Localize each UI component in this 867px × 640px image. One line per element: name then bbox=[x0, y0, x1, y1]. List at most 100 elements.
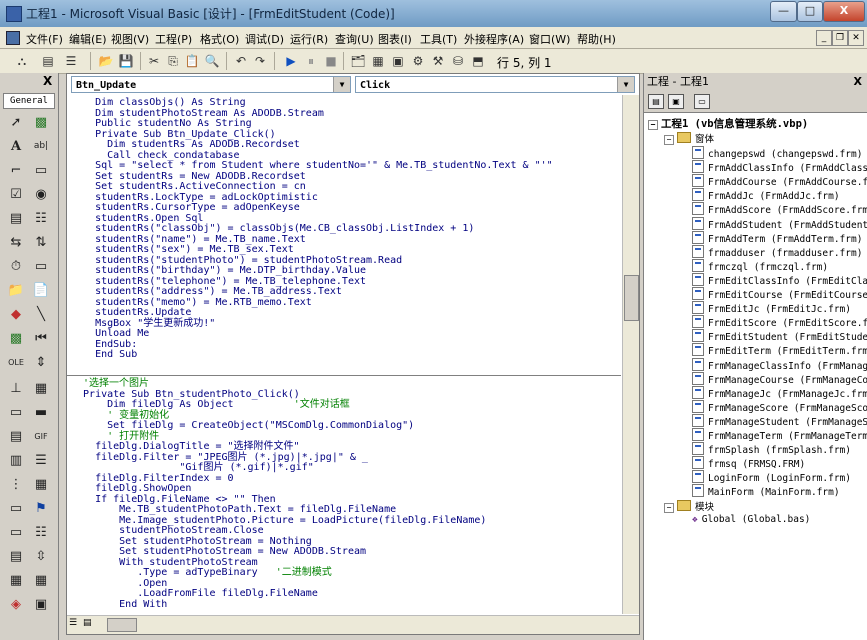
listview-icon[interactable]: ☰ bbox=[31, 451, 51, 469]
mdi-minimize-icon[interactable]: _ bbox=[816, 30, 832, 46]
menu-debug[interactable]: 调试(D) bbox=[245, 31, 284, 47]
find-icon[interactable]: 🔍 bbox=[204, 53, 220, 69]
tree-item-form[interactable]: FrmManageCourse (FrmManageCo bbox=[692, 371, 867, 387]
horizontal-scrollbar[interactable]: ☰ ▤ bbox=[67, 615, 639, 634]
tree-item-form[interactable]: FrmAddScore (FrmAddScore.frm bbox=[692, 202, 867, 217]
code-line[interactable]: .Type = adTypeBinary '二进制模式 bbox=[71, 567, 332, 579]
minimize-button[interactable]: — bbox=[770, 1, 797, 22]
properties-window-icon[interactable]: ▦ bbox=[370, 53, 386, 69]
undo-icon[interactable]: ↶ bbox=[233, 53, 249, 69]
tree-item-form[interactable]: FrmManageJc (FrmManageJc.frm bbox=[692, 385, 867, 401]
tree-item-form[interactable]: FrmEditJc (FrmEditJc.frm) bbox=[692, 301, 851, 316]
add-form-icon[interactable]: ▤ bbox=[40, 53, 56, 69]
datetimepicker-icon[interactable]: ▭ bbox=[6, 499, 26, 517]
tree-item-form[interactable]: FrmManageTerm (FrmManageTerm bbox=[692, 428, 867, 443]
menu-tools[interactable]: 工具(T) bbox=[420, 31, 457, 47]
winsock-icon[interactable]: ◈ bbox=[6, 595, 26, 613]
object-combo[interactable]: Btn_Update ▼ bbox=[71, 76, 351, 93]
vscrollbar-icon[interactable]: ⇅ bbox=[31, 233, 51, 251]
paste-icon[interactable]: 📋 bbox=[184, 53, 200, 69]
tree-item-form[interactable]: LoginForm (LoginForm.frm) bbox=[692, 470, 851, 485]
mshflexgrid-icon[interactable]: ▦ bbox=[31, 571, 51, 589]
checkbox-icon[interactable]: ☑ bbox=[6, 185, 26, 203]
toolbar-control-icon[interactable]: ▥ bbox=[6, 451, 26, 469]
ole-icon[interactable]: OLE bbox=[6, 353, 26, 371]
optionbutton-icon[interactable]: ◉ bbox=[31, 185, 51, 203]
procedure-view-icon[interactable]: ☰ bbox=[69, 618, 77, 628]
chevron-down-icon[interactable]: ▼ bbox=[333, 77, 350, 92]
code-line[interactable]: studentRs.Update bbox=[71, 307, 191, 319]
drivelistbox-icon[interactable]: ▭ bbox=[31, 257, 51, 275]
chevron-down-icon[interactable]: ▼ bbox=[617, 77, 634, 92]
view-object-icon[interactable]: ▣ bbox=[668, 94, 684, 109]
menu-window[interactable]: 窗口(W) bbox=[529, 31, 570, 47]
code-line[interactable]: fileDlg.ShowOpen bbox=[71, 483, 191, 495]
menu-project[interactable]: 工程(P) bbox=[155, 31, 192, 47]
object-browser-icon[interactable]: ⚙ bbox=[410, 53, 426, 69]
open-project-icon[interactable]: 📂 bbox=[98, 53, 114, 69]
code-line[interactable]: Sql = "select * from Student where stude… bbox=[71, 160, 553, 172]
start-icon[interactable]: ▶ bbox=[283, 53, 299, 69]
code-line[interactable]: Set studentPhotoStream = New ADODB.Strea… bbox=[71, 546, 366, 558]
code-line[interactable]: studentRs("address") = Me.TB_address.Tex… bbox=[71, 286, 342, 298]
menu-run[interactable]: 运行(R) bbox=[290, 31, 328, 47]
data-view-icon[interactable]: ⛁ bbox=[450, 53, 466, 69]
imagecombo-icon[interactable]: ▤ bbox=[6, 547, 26, 565]
progressbar-icon[interactable]: ▭ bbox=[6, 403, 26, 421]
redo-icon[interactable]: ↷ bbox=[252, 53, 268, 69]
menu-addins[interactable]: 外接程序(A) bbox=[464, 31, 524, 47]
component-manager-icon[interactable]: ⬒ bbox=[470, 53, 486, 69]
tree-item-form[interactable]: FrmAddTerm (FrmAddTerm.frm) bbox=[692, 230, 862, 246]
textbox-icon[interactable]: ab| bbox=[31, 137, 51, 155]
tree-item-form[interactable]: frmsq (FRMSQ.FRM) bbox=[692, 456, 805, 471]
tabstrip-icon[interactable]: ▤ bbox=[6, 427, 26, 445]
richtextbox-icon[interactable]: ▭ bbox=[6, 523, 26, 541]
data-control-icon[interactable]: ⏮ bbox=[31, 329, 51, 347]
treeview-icon[interactable]: ⋮ bbox=[6, 475, 26, 493]
scroll-thumb[interactable] bbox=[624, 275, 639, 321]
vertical-scrollbar[interactable] bbox=[622, 95, 639, 614]
coolbar-icon[interactable]: ☷ bbox=[31, 523, 51, 541]
picturebox-icon[interactable]: ▩ bbox=[31, 113, 51, 131]
code-line[interactable]: Public studentNo As String bbox=[71, 118, 252, 130]
menu-edit[interactable]: 编辑(E) bbox=[69, 31, 107, 47]
dirlistbox-icon[interactable]: 📁 bbox=[6, 281, 26, 299]
tree-item-form[interactable]: FrmAddClassInfo (FrmAddClass bbox=[692, 160, 867, 175]
code-line[interactable]: Dim classObjs() As String bbox=[71, 97, 246, 109]
tree-item-form[interactable]: changepswd (changepswd.frm) bbox=[692, 146, 862, 161]
break-icon[interactable]: ⏸ bbox=[303, 53, 319, 69]
menu-view[interactable]: 视图(V) bbox=[111, 31, 149, 47]
form-layout-icon[interactable]: ▣ bbox=[390, 53, 406, 69]
pointer-icon[interactable]: ➚ bbox=[6, 113, 26, 131]
code-line[interactable]: studentRs("sex") = Me.TB_sex.Text bbox=[71, 244, 294, 256]
image-icon[interactable]: ▩ bbox=[6, 329, 26, 347]
filelistbox-icon[interactable]: 📄 bbox=[31, 281, 51, 299]
end-icon[interactable]: ■ bbox=[323, 53, 339, 69]
menu-query[interactable]: 查询(U) bbox=[335, 31, 374, 47]
tree-item-form[interactable]: frmSplash (frmSplash.frm) bbox=[692, 442, 851, 457]
menu-help[interactable]: 帮助(H) bbox=[577, 31, 616, 47]
menu-file[interactable]: 文件(F) bbox=[26, 31, 63, 47]
toggle-folders-icon[interactable]: ▭ bbox=[694, 94, 710, 109]
frame-icon[interactable]: ⌐ bbox=[6, 161, 26, 179]
tree-item-form[interactable]: frmczql (frmczql.frm) bbox=[692, 258, 828, 274]
project-root[interactable]: − 工程1 (vb信息管理系统.vbp) bbox=[648, 118, 808, 130]
code-line[interactable]: .LoadFromFile fileDlg.FileName bbox=[71, 588, 318, 600]
code-line[interactable]: Set studentRs.ActiveConnection = cn bbox=[71, 181, 306, 193]
collapse-icon[interactable]: − bbox=[664, 135, 674, 145]
collapse-icon[interactable]: − bbox=[648, 120, 658, 130]
tree-item-form[interactable]: frmadduser (frmadduser.frm) bbox=[692, 244, 862, 260]
tree-item-form[interactable]: FrmEditCourse (FrmEditCourse bbox=[692, 287, 867, 302]
close-icon[interactable]: X bbox=[854, 73, 862, 90]
code-editor[interactable]: Dim classObjs() As String Dim studentPho… bbox=[67, 95, 621, 615]
mdi-restore-icon[interactable]: ❐ bbox=[832, 30, 848, 46]
hscrollbar-icon[interactable]: ⇆ bbox=[6, 233, 26, 251]
maximize-button[interactable]: □ bbox=[797, 1, 823, 22]
toolbox-icon[interactable]: ⚒ bbox=[430, 53, 446, 69]
tree-item-form[interactable]: FrmAddCourse (FrmAddCourse.f bbox=[692, 174, 867, 189]
timer-icon[interactable]: ⏱ bbox=[6, 257, 26, 275]
label-icon[interactable]: A bbox=[6, 137, 26, 155]
updown-icon[interactable]: ⇕ bbox=[31, 353, 51, 371]
code-line[interactable]: studentRs("classObj") = classObjs(Me.CB_… bbox=[71, 223, 474, 235]
tree-item-form[interactable]: FrmEditTerm (FrmEditTerm.frm bbox=[692, 343, 867, 358]
